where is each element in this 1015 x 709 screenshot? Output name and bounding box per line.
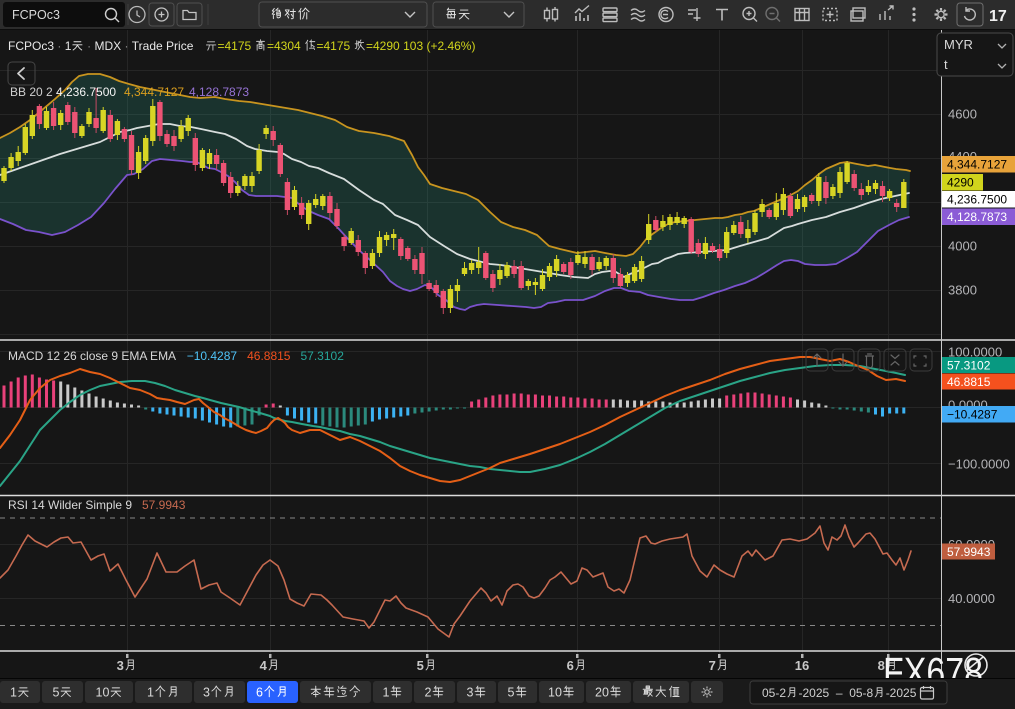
svg-text:46.8815: 46.8815 — [947, 375, 991, 389]
svg-text:=4304: =4304 — [267, 39, 304, 53]
svg-text:1: 1 — [10, 686, 17, 700]
svg-text:7: 7 — [709, 658, 716, 673]
svg-text:05-8: 05-8 — [849, 686, 873, 700]
svg-text:4,128.7873: 4,128.7873 — [947, 210, 1007, 224]
svg-text:10: 10 — [548, 686, 562, 700]
svg-text:–: – — [829, 686, 849, 700]
svg-text:103 (+2.46%): 103 (+2.46%) — [403, 39, 475, 53]
svg-text:MYR: MYR — [944, 37, 973, 52]
svg-text:RSI 14 Wilder Simple 9: RSI 14 Wilder Simple 9 — [8, 498, 132, 512]
svg-text:3800: 3800 — [948, 283, 977, 298]
svg-text:3: 3 — [467, 686, 474, 700]
svg-text:·: · — [54, 39, 65, 53]
svg-text:FCPOc3: FCPOc3 — [8, 39, 54, 53]
svg-text:=4175: =4175 — [218, 39, 255, 53]
svg-text:5: 5 — [53, 686, 60, 700]
svg-text:57.3102: 57.3102 — [301, 349, 345, 363]
svg-text:4,128.7873: 4,128.7873 — [189, 85, 249, 99]
svg-text:4,344.7127: 4,344.7127 — [947, 158, 1007, 172]
svg-text:4,344.7127: 4,344.7127 — [124, 85, 184, 99]
svg-text:1: 1 — [383, 686, 390, 700]
svg-text:Trade Price: Trade Price — [132, 39, 194, 53]
svg-text:46.8815: 46.8815 — [247, 349, 291, 363]
svg-text:=4175: =4175 — [317, 39, 354, 53]
svg-text:−100.0000: −100.0000 — [948, 457, 1010, 472]
svg-text:4,236.7500: 4,236.7500 — [56, 85, 116, 99]
svg-text:4000: 4000 — [948, 239, 977, 254]
svg-text:·: · — [84, 39, 95, 53]
svg-text:16: 16 — [795, 658, 809, 673]
svg-text:1: 1 — [147, 686, 154, 700]
svg-text:1: 1 — [65, 39, 72, 53]
svg-text:4290: 4290 — [947, 176, 974, 190]
svg-text:=4290: =4290 — [366, 39, 403, 53]
svg-text:4,236.7500: 4,236.7500 — [947, 193, 1007, 207]
svg-text:MDX: MDX — [95, 39, 122, 53]
svg-text:−10.4287: −10.4287 — [947, 408, 998, 422]
svg-text:57.9943: 57.9943 — [142, 498, 186, 512]
svg-text:3: 3 — [117, 658, 124, 673]
svg-text:05-2: 05-2 — [762, 686, 786, 700]
svg-text:BB 20 2: BB 20 2 — [10, 85, 53, 99]
svg-text:FCPOc3: FCPOc3 — [12, 8, 60, 22]
svg-text:2: 2 — [425, 686, 432, 700]
svg-text:MACD 12 26 close 9 EMA EMA: MACD 12 26 close 9 EMA EMA — [8, 349, 176, 363]
svg-text:t: t — [944, 57, 948, 72]
svg-text:40.0000: 40.0000 — [948, 591, 995, 606]
svg-text:57.9943: 57.9943 — [947, 545, 991, 559]
svg-text:3: 3 — [203, 686, 210, 700]
svg-text:20: 20 — [595, 686, 609, 700]
svg-text:·: · — [121, 39, 132, 53]
svg-text:-2025: -2025 — [799, 686, 830, 700]
svg-text:6: 6 — [567, 658, 574, 673]
svg-text:17: 17 — [989, 8, 1007, 25]
svg-text:10: 10 — [96, 686, 110, 700]
svg-text:6: 6 — [256, 686, 263, 700]
svg-text:57.3102: 57.3102 — [947, 358, 991, 372]
svg-text:4: 4 — [260, 658, 268, 673]
svg-text:-2025: -2025 — [886, 686, 917, 700]
svg-text:−10.4287: −10.4287 — [187, 349, 238, 363]
svg-text:5: 5 — [417, 658, 424, 673]
svg-text:4600: 4600 — [948, 107, 977, 122]
svg-text:5: 5 — [508, 686, 515, 700]
